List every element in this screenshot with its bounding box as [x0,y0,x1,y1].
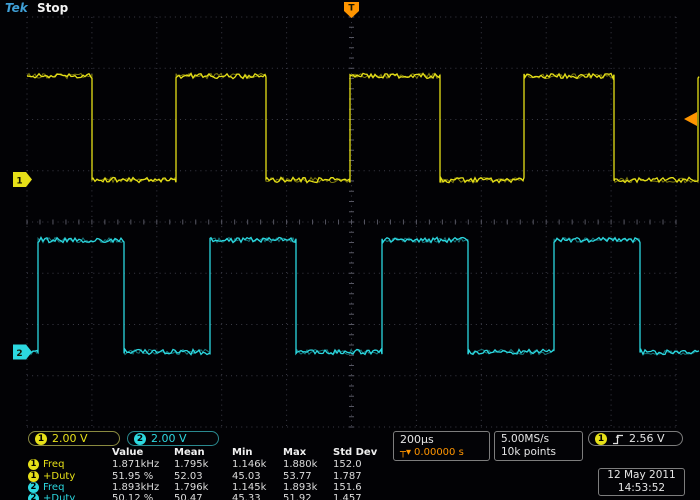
trigger-level-value: 2.56 V [629,432,665,445]
trigger-position-icon: ┬▾ [400,447,411,459]
timebase-position: 0.00000 s [414,447,464,459]
meas-min: 45.33 [232,493,283,500]
measurement-row: 2 +Duty 50.12 % 50.47 45.33 51.92 1.457 [28,493,390,500]
meas-max: 1.880k [283,459,333,470]
trigger-position-label: T [348,4,355,14]
sample-rate: 5.00MS/s [501,433,576,446]
meas-stddev: 1.787 [333,471,390,482]
trigger-level-marker[interactable] [684,112,697,126]
meas-value: 50.12 % [112,493,174,500]
rising-edge-icon [612,433,624,445]
col-stddev: Std Dev [333,447,390,458]
meas-min: 45.03 [232,471,283,482]
meas-max: 53.77 [283,471,333,482]
meas-stddev: 151.6 [333,482,390,493]
meas-max: 51.92 [283,493,333,500]
ch1-ground-label: 1 [16,177,22,187]
timebase-scale: 200µs [400,433,483,447]
meas-min: 1.145k [232,482,283,493]
meas-min: 1.146k [232,459,283,470]
time-value: 14:53:52 [599,482,684,495]
meas-name: +Duty [43,471,75,482]
measurement-row: 1 +Duty 51.95 % 52.03 45.03 53.77 1.787 [28,471,390,482]
acquisition-readout[interactable]: 5.00MS/s 10k points [494,431,583,461]
ch1-trace [27,73,699,182]
timebase-readout[interactable]: 200µs ┬▾ 0.00000 s [393,431,490,461]
meas-ch-badge: 2 [28,482,39,493]
col-max: Max [283,447,333,458]
meas-name: Freq [43,482,64,493]
ch1-scale-value: 2.00 V [52,432,88,445]
col-min: Min [232,447,283,458]
meas-ch-badge: 1 [28,471,39,482]
meas-mean: 52.03 [174,471,232,482]
ch2-scale-value: 2.00 V [151,432,187,445]
ch1-badge: 1 [35,433,47,445]
datetime-readout: 12 May 2011 14:53:52 [598,468,685,496]
meas-max: 1.893k [283,482,333,493]
ch2-badge: 2 [134,433,146,445]
meas-ch-badge: 1 [28,459,39,470]
meas-value: 51.95 % [112,471,174,482]
waveform-traces [27,73,699,354]
meas-stddev: 152.0 [333,459,390,470]
meas-mean: 1.795k [174,459,232,470]
record-length: 10k points [501,446,576,459]
graticule-and-waveforms: T 1 2 [0,0,700,430]
ch1-trace [27,73,699,182]
date-value: 12 May 2011 [599,469,684,482]
meas-name: +Duty [43,493,75,500]
col-mean: Mean [174,447,232,458]
oscilloscope-screen: Tek Stop T 1 2 1 2.00 V 2 2.00 V 200µs ┬… [0,0,700,500]
ch2-scale-readout[interactable]: 2 2.00 V [127,431,219,446]
trigger-source-badge: 1 [595,433,607,445]
ch1-scale-readout[interactable]: 1 2.00 V [28,431,120,446]
ch2-ground-label: 2 [16,349,22,359]
measurement-row: 1 Freq 1.871kHz 1.795k 1.146k 1.880k 152… [28,459,390,470]
meas-value: 1.871kHz [112,459,174,470]
measurement-header-row: Value Mean Min Max Std Dev [28,447,390,458]
ch2-trace [27,238,699,355]
ch2-trace [27,237,699,354]
meas-mean: 50.47 [174,493,232,500]
meas-ch-badge: 2 [28,493,39,500]
trigger-readout[interactable]: 1 2.56 V [588,431,683,446]
meas-mean: 1.796k [174,482,232,493]
meas-stddev: 1.457 [333,493,390,500]
col-value: Value [112,447,174,458]
measurement-row: 2 Freq 1.893kHz 1.796k 1.145k 1.893k 151… [28,482,390,493]
meas-value: 1.893kHz [112,482,174,493]
meas-name: Freq [43,459,64,470]
